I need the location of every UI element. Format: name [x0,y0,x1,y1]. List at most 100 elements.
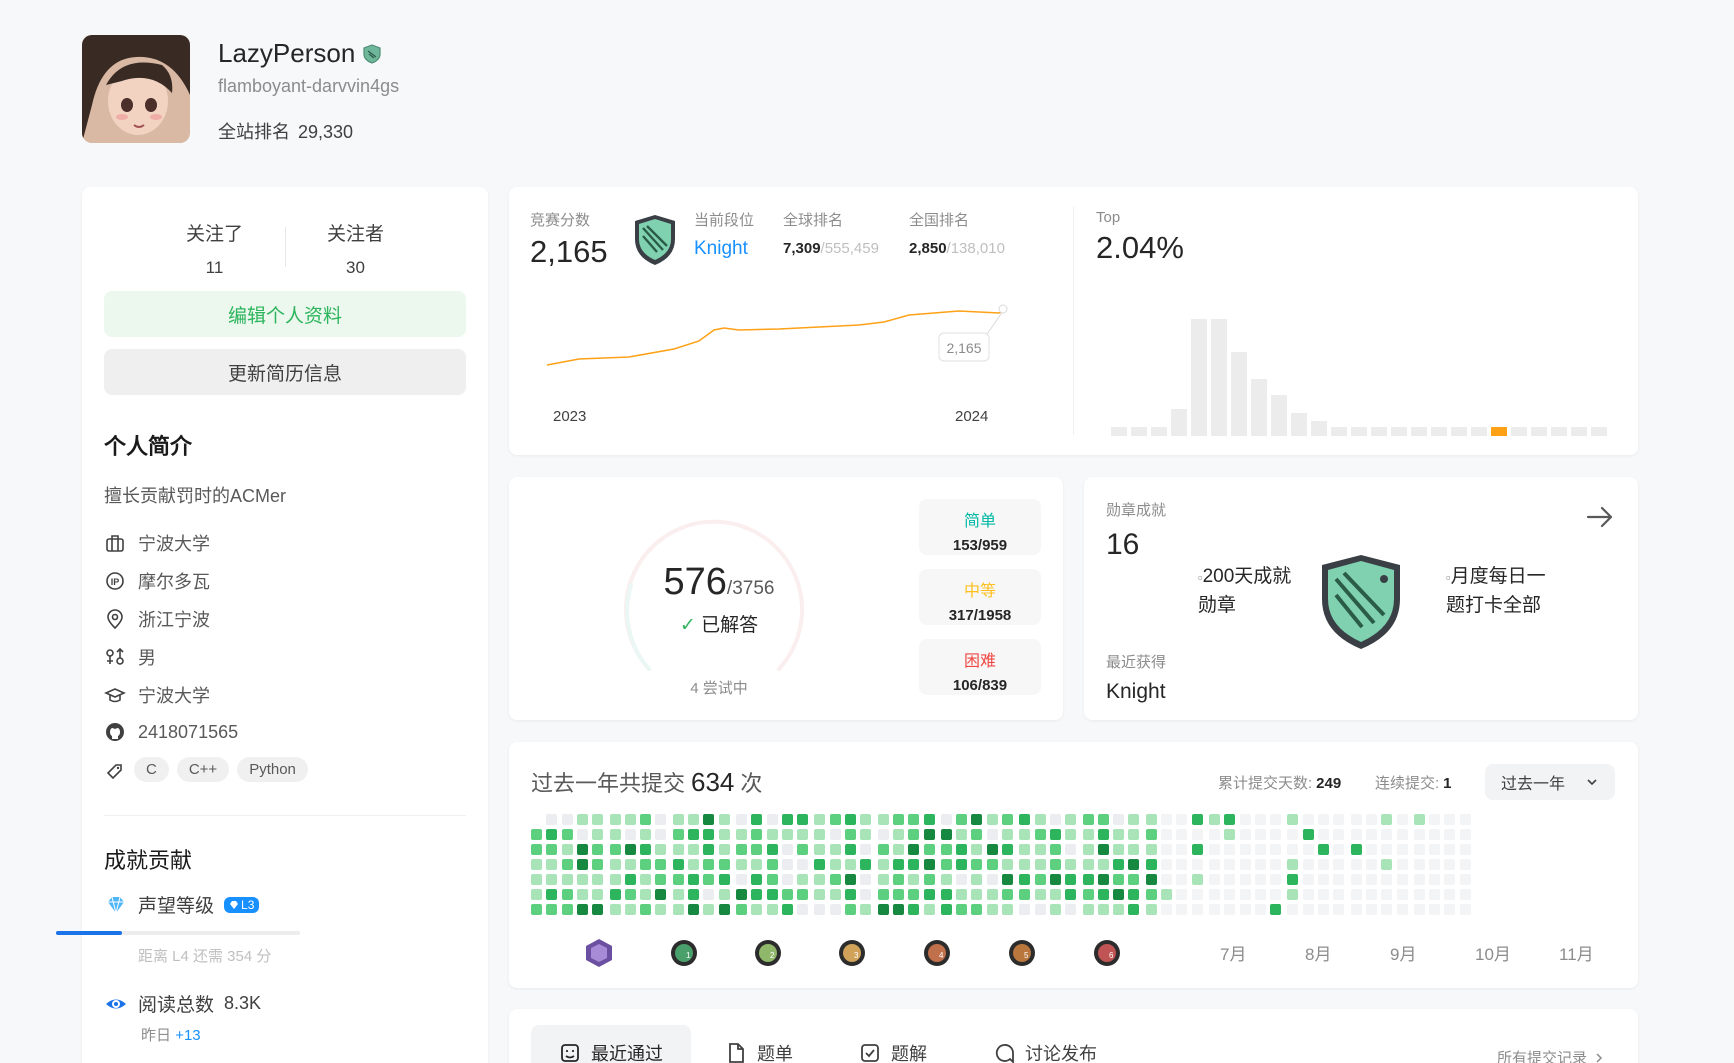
heatmap-cell[interactable] [986,874,998,885]
heatmap-cell[interactable] [829,859,841,870]
heatmap-cell[interactable] [735,829,747,840]
heatmap-cell[interactable] [1224,829,1236,840]
heatmap-cell[interactable] [624,859,636,870]
heatmap-cell[interactable] [956,814,968,825]
heatmap-cell[interactable] [546,829,558,840]
heatmap-cell[interactable] [1176,904,1188,915]
heatmap-cell[interactable] [1176,889,1188,900]
heatmap-cell[interactable] [1082,874,1094,885]
heatmap-cell[interactable] [814,874,826,885]
heatmap-cell[interactable] [655,904,667,915]
heatmap-cell[interactable] [877,859,889,870]
heatmap-cell[interactable] [1191,874,1203,885]
heatmap-cell[interactable] [1333,889,1345,900]
heatmap-cell[interactable] [751,889,763,900]
heatmap-cell[interactable] [1270,874,1282,885]
heatmap-cell[interactable] [1444,889,1456,900]
heatmap-cell[interactable] [1002,904,1013,915]
heatmap-cell[interactable] [735,874,747,885]
heatmap-cell[interactable] [845,844,856,855]
heatmap-cell[interactable] [1381,874,1393,885]
heatmap-cell[interactable] [1287,874,1299,885]
heatmap-cell[interactable] [845,874,856,885]
heatmap-cell[interactable] [624,844,636,855]
heatmap-cell[interactable] [908,814,920,825]
heatmap-cell[interactable] [1302,889,1314,900]
heatmap-cell[interactable] [940,889,952,900]
heatmap-cell[interactable] [1429,889,1441,900]
heatmap-cell[interactable] [688,874,699,885]
heatmap-cell[interactable] [1161,859,1172,870]
heatmap-cell[interactable] [1459,829,1471,840]
heatmap-cell[interactable] [1413,859,1425,870]
heatmap-cell[interactable] [640,814,652,825]
heatmap-cell[interactable] [1208,889,1220,900]
heatmap-cell[interactable] [1444,844,1456,855]
heatmap-cell[interactable] [546,889,558,900]
heatmap-cell[interactable] [814,844,826,855]
heatmap-cell[interactable] [640,904,652,915]
heatmap-cell[interactable] [814,814,826,825]
heatmap-cell[interactable] [1396,814,1408,825]
heatmap-cell[interactable] [1224,814,1236,825]
heatmap-cell[interactable] [1254,889,1266,900]
heatmap-cell[interactable] [1065,874,1077,885]
heatmap-cell[interactable] [1254,829,1266,840]
heatmap-cell[interactable] [1381,889,1393,900]
heatmap-cell[interactable] [640,844,652,855]
heatmap-cell[interactable] [1113,904,1125,915]
heatmap-cell[interactable] [892,889,904,900]
heatmap-cell[interactable] [1239,874,1251,885]
heatmap-cell[interactable] [940,829,952,840]
heatmap-range-select[interactable]: 过去一年 [1485,764,1615,800]
heatmap-cell[interactable] [1270,829,1282,840]
heatmap-cell[interactable] [1429,844,1441,855]
heatmap-cell[interactable] [592,874,604,885]
heatmap-cell[interactable] [908,904,920,915]
badge-200-days[interactable]: ▫200天成就勋章 [1198,563,1308,635]
heatmap-cell[interactable] [1065,889,1077,900]
heatmap-cell[interactable] [892,874,904,885]
heatmap-cell[interactable] [923,814,935,825]
heatmap-cell[interactable] [781,904,793,915]
heatmap-cell[interactable] [877,874,889,885]
heatmap-cell[interactable] [1034,814,1046,825]
heatmap-cell[interactable] [546,859,558,870]
heatmap-cell[interactable] [781,814,793,825]
heatmap-cell[interactable] [592,829,604,840]
heatmap-cell[interactable] [1128,829,1140,840]
heatmap-cell[interactable] [1413,844,1425,855]
heatmap-cell[interactable] [1318,844,1329,855]
heatmap-cell[interactable] [576,904,588,915]
heatmap-cell[interactable] [1019,889,1031,900]
heatmap-cell[interactable] [735,814,747,825]
heatmap-cell[interactable] [1239,814,1251,825]
following-stat[interactable]: 关注了 11 [145,219,285,278]
skill-tag[interactable]: C++ [176,757,230,782]
heatmap-cell[interactable] [877,889,889,900]
heatmap-cell[interactable] [1128,889,1140,900]
heatmap-cell[interactable] [703,844,715,855]
heatmap-cell[interactable] [546,844,558,855]
heatmap-cell[interactable] [1034,859,1046,870]
heatmap-cell[interactable] [1161,874,1172,885]
heatmap-cell[interactable] [1350,859,1362,870]
heatmap-cell[interactable] [1145,829,1157,840]
heatmap-cell[interactable] [1128,904,1140,915]
heatmap-cell[interactable] [655,844,667,855]
hard-stat[interactable]: 困难 106/839 [919,639,1041,695]
heatmap-cell[interactable] [860,814,872,825]
heatmap-cell[interactable] [1459,904,1471,915]
heatmap-cell[interactable] [1396,889,1408,900]
heatmap-cell[interactable] [797,859,809,870]
heatmap-cell[interactable] [1082,829,1094,840]
heatmap-cell[interactable] [1333,814,1345,825]
heatmap-cell[interactable] [1065,844,1077,855]
heatmap-cell[interactable] [1429,829,1441,840]
heatmap-cell[interactable] [956,859,968,870]
heatmap-cell[interactable] [1350,889,1362,900]
knight-large-badge-icon[interactable] [1314,551,1408,653]
heatmap-cell[interactable] [940,859,952,870]
heatmap-cell[interactable] [1302,859,1314,870]
heatmap-cell[interactable] [1318,829,1329,840]
